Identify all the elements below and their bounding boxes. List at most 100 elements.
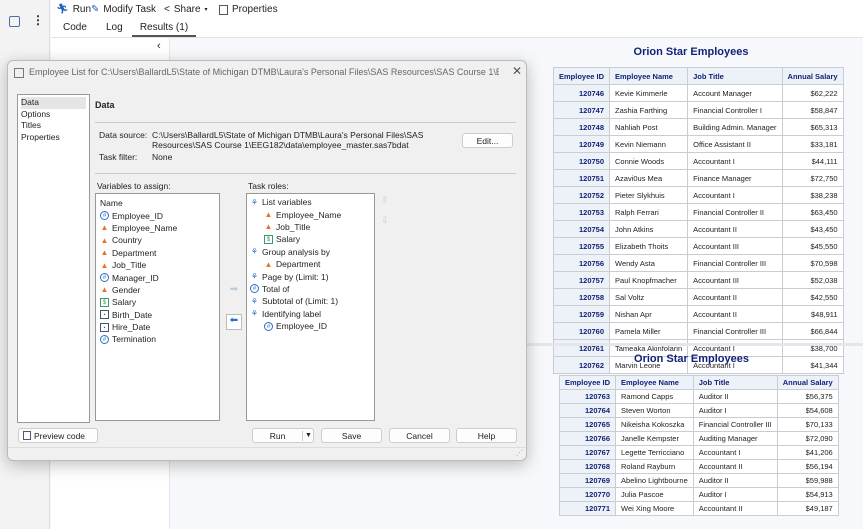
table-cell: $62,222: [781, 84, 844, 102]
variable-name: Country: [112, 235, 142, 246]
role-variable[interactable]: ▲ Employee_Name: [250, 208, 371, 220]
edit-button[interactable]: Edit...: [462, 133, 513, 148]
task-icon[interactable]: [9, 16, 20, 27]
table-cell: Accountant I: [692, 445, 778, 460]
share-button[interactable]: < Share ▾: [164, 4, 208, 15]
role-variable[interactable]: ▲ Job_Title: [250, 221, 371, 233]
role-item[interactable]: ⚘ Identifying label: [250, 308, 371, 320]
table-row: 120747 Zashia Farthing Financial Controlle…: [552, 101, 844, 119]
modify-task-button[interactable]: ✎ Modify Task: [91, 4, 156, 15]
variables-list[interactable]: Name # Employee_ID ▲ Employee_Name ▲ Country ▲…: [95, 193, 220, 421]
run-dropdown-icon[interactable]: ▼: [303, 432, 312, 439]
table-cell: Pieter Slykhuis: [609, 186, 689, 204]
tab-log[interactable]: Log: [106, 22, 123, 37]
column-header: Employee ID: [552, 67, 611, 85]
variable-name: Job_Title: [112, 260, 147, 271]
numeric-icon: #: [100, 211, 109, 221]
header-row: Employee ID Employee Name Job Title Annual …: [558, 375, 839, 390]
table-cell: Finance Manager: [687, 169, 783, 187]
role-variable[interactable]: # Employee_ID: [250, 320, 371, 332]
variable-item[interactable]: ▲ Employee_Name: [100, 222, 215, 234]
nav-item-options[interactable]: Options: [21, 109, 86, 121]
nav-item-properties[interactable]: Properties: [21, 132, 86, 144]
variable-item[interactable]: $ Salary: [100, 296, 215, 308]
save-button[interactable]: Save: [321, 428, 382, 443]
table-cell: $70,598: [781, 254, 844, 272]
role-item[interactable]: ⚘ List variables: [250, 196, 371, 208]
numeric-icon: #: [250, 284, 259, 294]
table-row: 120763 Ramond Capps Auditor II $56,375: [558, 389, 839, 404]
resize-grip-icon[interactable]: ⋰: [516, 449, 523, 457]
table-row: 120749 Kevin Niemann Office Assistant II $3…: [552, 135, 844, 153]
properties-button[interactable]: Properties: [219, 4, 278, 15]
table-cell: Accountant III: [687, 271, 783, 289]
add-arrow-button[interactable]: ➡: [227, 284, 241, 298]
table-cell: Auditor II: [692, 389, 778, 404]
table-row: 120746 Kevie Kimmerle Account Manager $62,2…: [552, 84, 844, 102]
close-icon[interactable]: ✕: [512, 64, 522, 78]
table-cell: 120760: [552, 322, 611, 340]
table-cell: Nikeisha Kokoszka: [615, 417, 694, 432]
remove-arrow-button[interactable]: ⬅: [226, 314, 242, 330]
variable-name: Termination: [112, 334, 156, 345]
tab-code[interactable]: Code: [63, 22, 87, 37]
role-item[interactable]: ⚘ Subtotal of (Limit: 1): [250, 295, 371, 307]
variable-item[interactable]: ▲ Country: [100, 234, 215, 246]
table-row: 120768 Roland Rayburn Accountant II $56,194: [558, 459, 839, 474]
move-up-icon[interactable]: ⇧: [381, 195, 389, 206]
variable-name: Employee_ID: [112, 210, 164, 221]
table-cell: Accountant II: [692, 459, 778, 474]
table-cell: $58,847: [781, 101, 844, 119]
role-variable[interactable]: ▲ Department: [250, 258, 371, 270]
column-header: Name: [100, 198, 123, 209]
variable-item[interactable]: ▪ Hire_Date: [100, 321, 215, 333]
table-row: 120752 Pieter Slykhuis Accountant I $38,238: [552, 186, 844, 204]
role-variable[interactable]: $ Salary: [250, 233, 371, 245]
modify-label: Modify Task: [103, 4, 157, 15]
data-source-value: C:\Users\BallardL5\State of Michigan DTM…: [152, 130, 423, 150]
task-roles-tree[interactable]: ⚘ List variables ▲ Employee_Name ▲ Job_Title $…: [246, 193, 375, 421]
dialog-title: Employee List for C:\Users\BallardL5\Sta…: [29, 67, 499, 77]
calendar-icon: ▪: [100, 310, 109, 320]
character-icon: ▲: [100, 260, 109, 270]
numeric-icon: #: [100, 273, 109, 283]
run-button[interactable]: 🏃︎ Run: [56, 4, 91, 15]
tab-results[interactable]: Results (1): [132, 22, 196, 37]
variable-item[interactable]: # Termination: [100, 333, 215, 345]
table-cell: Financial Controller III: [692, 417, 778, 432]
table-cell: 120771: [558, 501, 617, 516]
move-down-icon[interactable]: ⇩: [381, 215, 389, 226]
table-cell: Accountant II: [687, 305, 783, 323]
data-source-line: Resources\SAS Course 1\EEG182\data\emplo…: [152, 140, 409, 150]
table-cell: $54,913: [776, 487, 839, 502]
role-label: Job_Title: [276, 221, 311, 232]
caret-down-icon: ▾: [204, 7, 208, 13]
variable-item[interactable]: ▲ Gender: [100, 284, 215, 296]
table-cell: 120757: [552, 271, 611, 289]
role-item[interactable]: ⚘ Page by (Limit: 1): [250, 270, 371, 282]
variable-item[interactable]: # Manager_ID: [100, 271, 215, 283]
cancel-button[interactable]: Cancel: [389, 428, 450, 443]
role-label: Employee_ID: [276, 321, 328, 332]
variable-item[interactable]: ▲ Job_Title: [100, 259, 215, 271]
role-item[interactable]: ⚘ Group analysis by: [250, 246, 371, 258]
variable-item[interactable]: ▪ Birth_Date: [100, 309, 215, 321]
role-icon: ⚘: [250, 272, 259, 282]
nav-item-titles[interactable]: Titles: [21, 120, 86, 132]
run-button[interactable]: Run ▼: [252, 428, 314, 443]
role-label: Page by (Limit: 1): [262, 271, 329, 282]
help-button[interactable]: Help: [456, 428, 517, 443]
preview-code-button[interactable]: Preview code: [18, 428, 98, 443]
variable-item[interactable]: ▲ Department: [100, 247, 215, 259]
table-row: 120770 Julia Pascoe Auditor I $54,913: [558, 487, 839, 502]
nav-item-data[interactable]: Data: [21, 97, 86, 109]
table-cell: $59,988: [776, 473, 839, 488]
collapse-chevron-icon[interactable]: ‹: [157, 40, 161, 52]
variable-item[interactable]: # Employee_ID: [100, 209, 215, 221]
table-cell: $66,844: [781, 322, 844, 340]
more-options-icon[interactable]: ⋮: [32, 13, 44, 27]
table-cell: Auditor I: [692, 403, 778, 418]
table-cell: Connie Woods: [609, 152, 689, 170]
role-item[interactable]: # Total of: [250, 283, 371, 295]
role-label: Group analysis by: [262, 246, 331, 257]
